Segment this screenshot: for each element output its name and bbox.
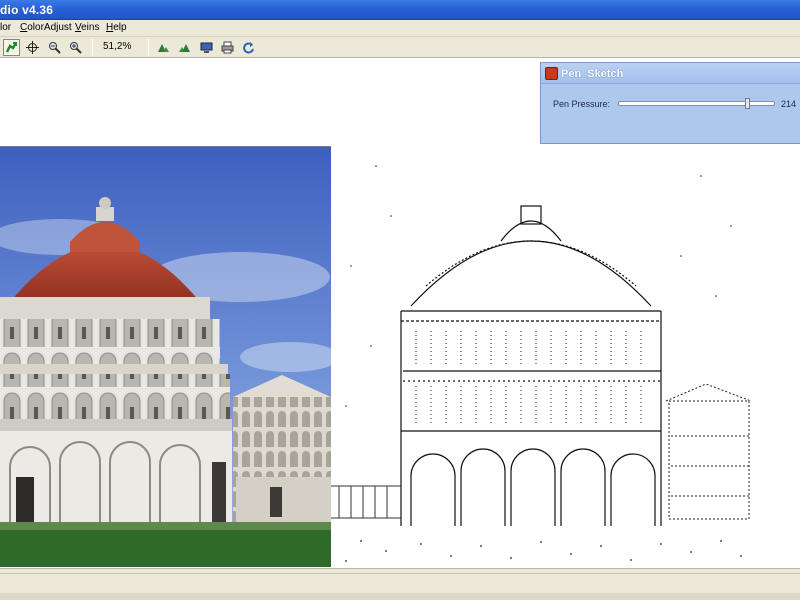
app-window: dio v4.36 lor ColorAdjust Veins Help 51,…	[0, 0, 800, 600]
sketch-image	[331, 146, 754, 567]
crosshair-button[interactable]	[24, 39, 41, 56]
zoom-out-button[interactable]	[46, 39, 63, 56]
mountain-left-icon	[158, 44, 169, 52]
zoom-level: 51,2%	[103, 41, 132, 52]
green-arrow-button[interactable]	[3, 39, 20, 56]
panel-header[interactable]: Pen_Sketch	[541, 63, 800, 84]
zoom-in-button[interactable]	[67, 39, 84, 56]
panel-app-icon	[545, 67, 558, 80]
original-photo	[0, 146, 331, 567]
refresh-icon	[243, 42, 254, 54]
menu-color[interactable]: lor	[0, 22, 11, 33]
menu-veins-label: eins	[81, 22, 100, 33]
print-icon	[221, 41, 234, 54]
toolbar: 51,2%	[0, 37, 800, 58]
pen-pressure-slider[interactable]	[618, 98, 775, 109]
print-button[interactable]	[219, 39, 236, 56]
window-title: dio v4.36	[0, 3, 54, 17]
pen-pressure-label: Pen Pressure:	[553, 99, 611, 109]
mountain-right-icon	[179, 44, 190, 52]
monitor-icon	[200, 42, 213, 53]
baptistery-photo	[0, 147, 331, 567]
menu-coloradjust-label: olorAdjust	[27, 22, 72, 33]
mountain-right-button[interactable]	[176, 39, 193, 56]
slider-thumb[interactable]	[745, 98, 750, 109]
zoom-in-icon	[70, 42, 82, 54]
mountain-left-button[interactable]	[155, 39, 172, 56]
title-bar[interactable]: dio v4.36	[0, 0, 800, 20]
toolbar-separator	[148, 39, 149, 56]
status-bar	[0, 568, 800, 600]
pen-sketch-output	[331, 146, 754, 567]
menu-bar: lor ColorAdjust Veins Help	[0, 20, 800, 37]
crosshair-icon	[26, 41, 39, 54]
toolbar-separator	[92, 39, 93, 56]
panel-title: Pen_Sketch	[561, 68, 624, 80]
monitor-button[interactable]	[198, 39, 215, 56]
pen-sketch-panel[interactable]: Pen_Sketch Pen Pressure: 214	[540, 62, 800, 144]
refresh-button[interactable]	[240, 39, 257, 56]
menu-coloradjust[interactable]: ColorAdjust	[20, 22, 72, 33]
pen-pressure-value: 214	[781, 99, 797, 109]
menu-veins[interactable]: Veins	[75, 22, 99, 33]
green-arrow-icon	[5, 42, 18, 53]
menu-help[interactable]: Help	[106, 22, 127, 33]
status-bottom-strip	[0, 593, 800, 600]
status-panel	[0, 573, 800, 587]
menu-help-label: elp	[113, 22, 127, 33]
menu-color-label: lor	[0, 22, 12, 33]
zoom-out-icon	[49, 42, 61, 54]
